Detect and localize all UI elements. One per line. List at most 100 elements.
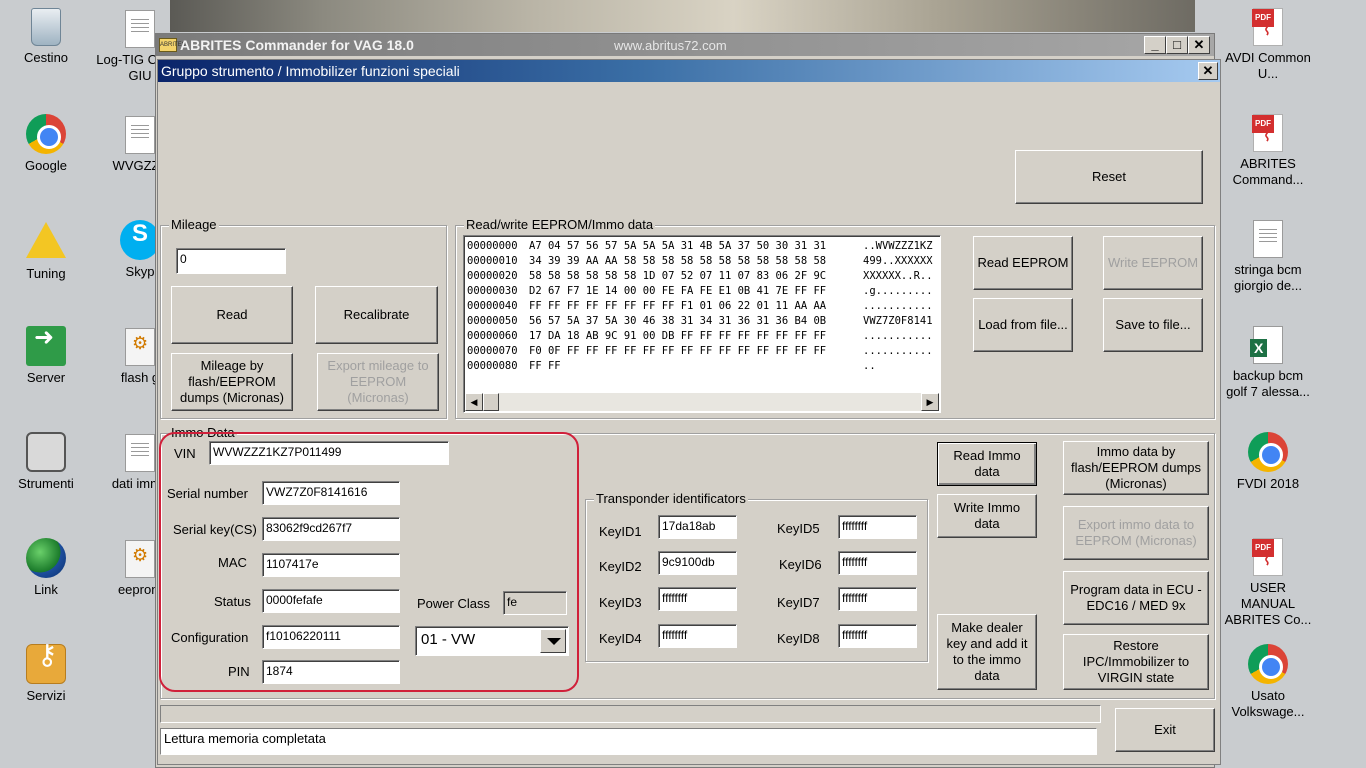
keyid2-field[interactable]: 9c9100db — [658, 551, 737, 575]
reset-button[interactable]: Reset — [1015, 150, 1203, 204]
maximize-button[interactable]: □ — [1166, 36, 1188, 54]
shortcut-icon — [26, 326, 66, 366]
vin-field[interactable]: WVWZZZ1KZ7P011499 — [209, 441, 449, 465]
desktop-icon-fvdi[interactable]: FVDI 2018 — [1222, 432, 1314, 492]
power-class-field[interactable]: fe — [503, 591, 567, 615]
desktop-icon-strumenti[interactable]: Strumenti — [0, 432, 92, 492]
hex-row: 00000040 FF FF FF FF FF FF FF FF F1 01 06… — [467, 300, 933, 312]
excel-icon — [1250, 326, 1283, 364]
desktop-icon-servizi[interactable]: Servizi — [0, 644, 92, 704]
warning-icon — [26, 222, 66, 258]
exit-button[interactable]: Exit — [1115, 708, 1215, 752]
power-class-label: Power Class — [417, 596, 490, 611]
desktop-icon-avdi-pdf[interactable]: AVDI Common U... — [1222, 8, 1314, 82]
keyid1-field[interactable]: 17da18ab — [658, 515, 737, 539]
serial-number-field[interactable]: VWZ7Z0F8141616 — [262, 481, 400, 505]
hex-row: 00000030 D2 67 F7 1E 14 00 00 FE FA FE E1… — [467, 285, 933, 297]
mileage-read-button[interactable]: Read — [171, 286, 293, 344]
hex-row: 00000070 F0 0F FF FF FF FF FF FF FF FF FF… — [467, 345, 933, 357]
pin-label: PIN — [228, 664, 250, 679]
desktop-icon-label: Server — [26, 370, 66, 385]
keyid6-field[interactable]: ffffffff — [838, 551, 917, 575]
minimize-button[interactable]: _ — [1144, 36, 1166, 54]
desktop-icon-link[interactable]: Link — [0, 538, 92, 598]
desktop-icon-label: Strumenti — [18, 476, 74, 491]
configuration-field[interactable]: f10106220111 — [262, 625, 400, 649]
write-eeprom-button[interactable]: Write EEPROM — [1103, 236, 1203, 290]
document-icon — [1253, 220, 1283, 258]
desktop-icon-cestino[interactable]: Cestino — [0, 8, 92, 66]
eeprom-hex-view[interactable]: 00000000 A7 04 57 56 57 5A 5A 5A 31 4B 5A… — [463, 235, 941, 413]
make-dealer-key-button[interactable]: Make dealer key and add it to the immo d… — [937, 614, 1037, 690]
write-immo-data-button[interactable]: Write Immo data — [937, 494, 1037, 538]
dialog-close-button[interactable]: ✕ — [1198, 62, 1218, 80]
immo-by-flash-button[interactable]: Immo data by flash/EEPROM dumps (Microna… — [1063, 441, 1209, 495]
pin-field[interactable]: 1874 — [262, 660, 400, 684]
scroll-right-icon[interactable]: ▶ — [921, 393, 939, 411]
chrome-icon — [26, 114, 66, 154]
keyid8-label: KeyID8 — [777, 631, 820, 646]
load-from-file-button[interactable]: Load from file... — [973, 298, 1073, 352]
main-titlebar[interactable]: ABRITES ABRITES Commander for VAG 18.0 w… — [156, 34, 1214, 56]
read-eeprom-button[interactable]: Read EEPROM — [973, 236, 1073, 290]
keyid3-field[interactable]: ffffffff — [658, 587, 737, 611]
chrome-icon — [1248, 644, 1288, 684]
desktop-icon-server[interactable]: Server — [0, 326, 92, 386]
mileage-by-flash-button[interactable]: Mileage by flash/EEPROM dumps (Micronas) — [171, 353, 293, 411]
mac-field[interactable]: 1107417e — [262, 553, 400, 577]
close-button[interactable]: ✕ — [1188, 36, 1210, 54]
desktop-icon-label: Usato Volkswage... — [1231, 688, 1305, 719]
mileage-input[interactable]: 0 — [176, 248, 286, 274]
mac-label: MAC — [218, 555, 247, 570]
desktop-icon-google[interactable]: Google — [0, 114, 92, 174]
desktop-icon-usato[interactable]: Usato Volkswage... — [1222, 644, 1314, 720]
desktop-icon-label: Link — [34, 582, 58, 597]
hex-row: 00000060 17 DA 18 AB 9C 91 00 DB FF FF FF… — [467, 330, 933, 342]
keyid5-field[interactable]: ffffffff — [838, 515, 917, 539]
tool-file-icon — [125, 540, 155, 578]
main-window-url: www.abritus72.com — [614, 38, 727, 53]
keyid4-field[interactable]: ffffffff — [658, 624, 737, 648]
serial-key-field[interactable]: 83062f9cd267f7 — [262, 517, 400, 541]
export-mileage-button[interactable]: Export mileage to EEPROM (Micronas) — [317, 353, 439, 411]
save-to-file-button[interactable]: Save to file... — [1103, 298, 1203, 352]
brand-select-value: 01 - VW — [421, 631, 476, 648]
skype-icon — [120, 220, 160, 260]
desktop-icon-label: ABRITES Command... — [1232, 156, 1304, 187]
desktop-icon-tuning[interactable]: Tuning — [0, 222, 92, 282]
desktop-wallpaper — [170, 0, 1195, 32]
recycle-bin-icon — [31, 8, 61, 46]
restore-virgin-button[interactable]: Restore IPC/Immobilizer to VIRGIN state — [1063, 634, 1209, 690]
program-ecu-button[interactable]: Program data in ECU - EDC16 / MED 9x — [1063, 571, 1209, 625]
document-icon — [125, 10, 155, 48]
export-immo-button[interactable]: Export immo data to EEPROM (Micronas) — [1063, 506, 1209, 560]
keyid8-field[interactable]: ffffffff — [838, 624, 917, 648]
brand-select[interactable]: 01 - VW — [415, 626, 569, 656]
globe-icon — [26, 538, 66, 578]
pdf-icon — [1252, 538, 1283, 576]
dialog-titlebar[interactable]: Gruppo strumento / Immobilizer funzioni … — [158, 60, 1220, 82]
keyid4-label: KeyID4 — [599, 631, 642, 646]
eeprom-group-label: Read/write EEPROM/Immo data — [464, 217, 656, 232]
desktop-icon-backup-xls[interactable]: backup bcm golf 7 alessa... — [1222, 326, 1314, 400]
desktop-icon-label: Google — [25, 158, 67, 173]
hex-row: 00000080 FF FF.. — [467, 360, 876, 372]
desktop-icon-stringa[interactable]: stringa bcm giorgio de... — [1222, 220, 1314, 294]
desktop-icon-user-manual[interactable]: USER MANUAL ABRITES Co... — [1222, 538, 1314, 628]
desktop-icon-label: FVDI 2018 — [1236, 476, 1300, 491]
key-icon — [26, 644, 66, 684]
status-field[interactable]: 0000fefafe — [262, 589, 400, 613]
hex-horizontal-scrollbar[interactable]: ◀ ▶ — [465, 393, 939, 411]
read-immo-data-button[interactable]: Read Immo data — [937, 442, 1037, 486]
recalibrate-button[interactable]: Recalibrate — [315, 286, 438, 344]
document-icon — [125, 116, 155, 154]
scroll-left-icon[interactable]: ◀ — [465, 393, 483, 411]
status-label: Status — [214, 594, 251, 609]
chevron-down-icon[interactable] — [540, 629, 566, 653]
keyid7-field[interactable]: ffffffff — [838, 587, 917, 611]
scroll-thumb[interactable] — [483, 393, 499, 411]
desktop-icon-abrites-pdf[interactable]: ABRITES Command... — [1222, 114, 1314, 188]
keyid1-label: KeyID1 — [599, 524, 642, 539]
document-icon — [125, 434, 155, 472]
app-logo-icon: ABRITES — [159, 38, 186, 52]
